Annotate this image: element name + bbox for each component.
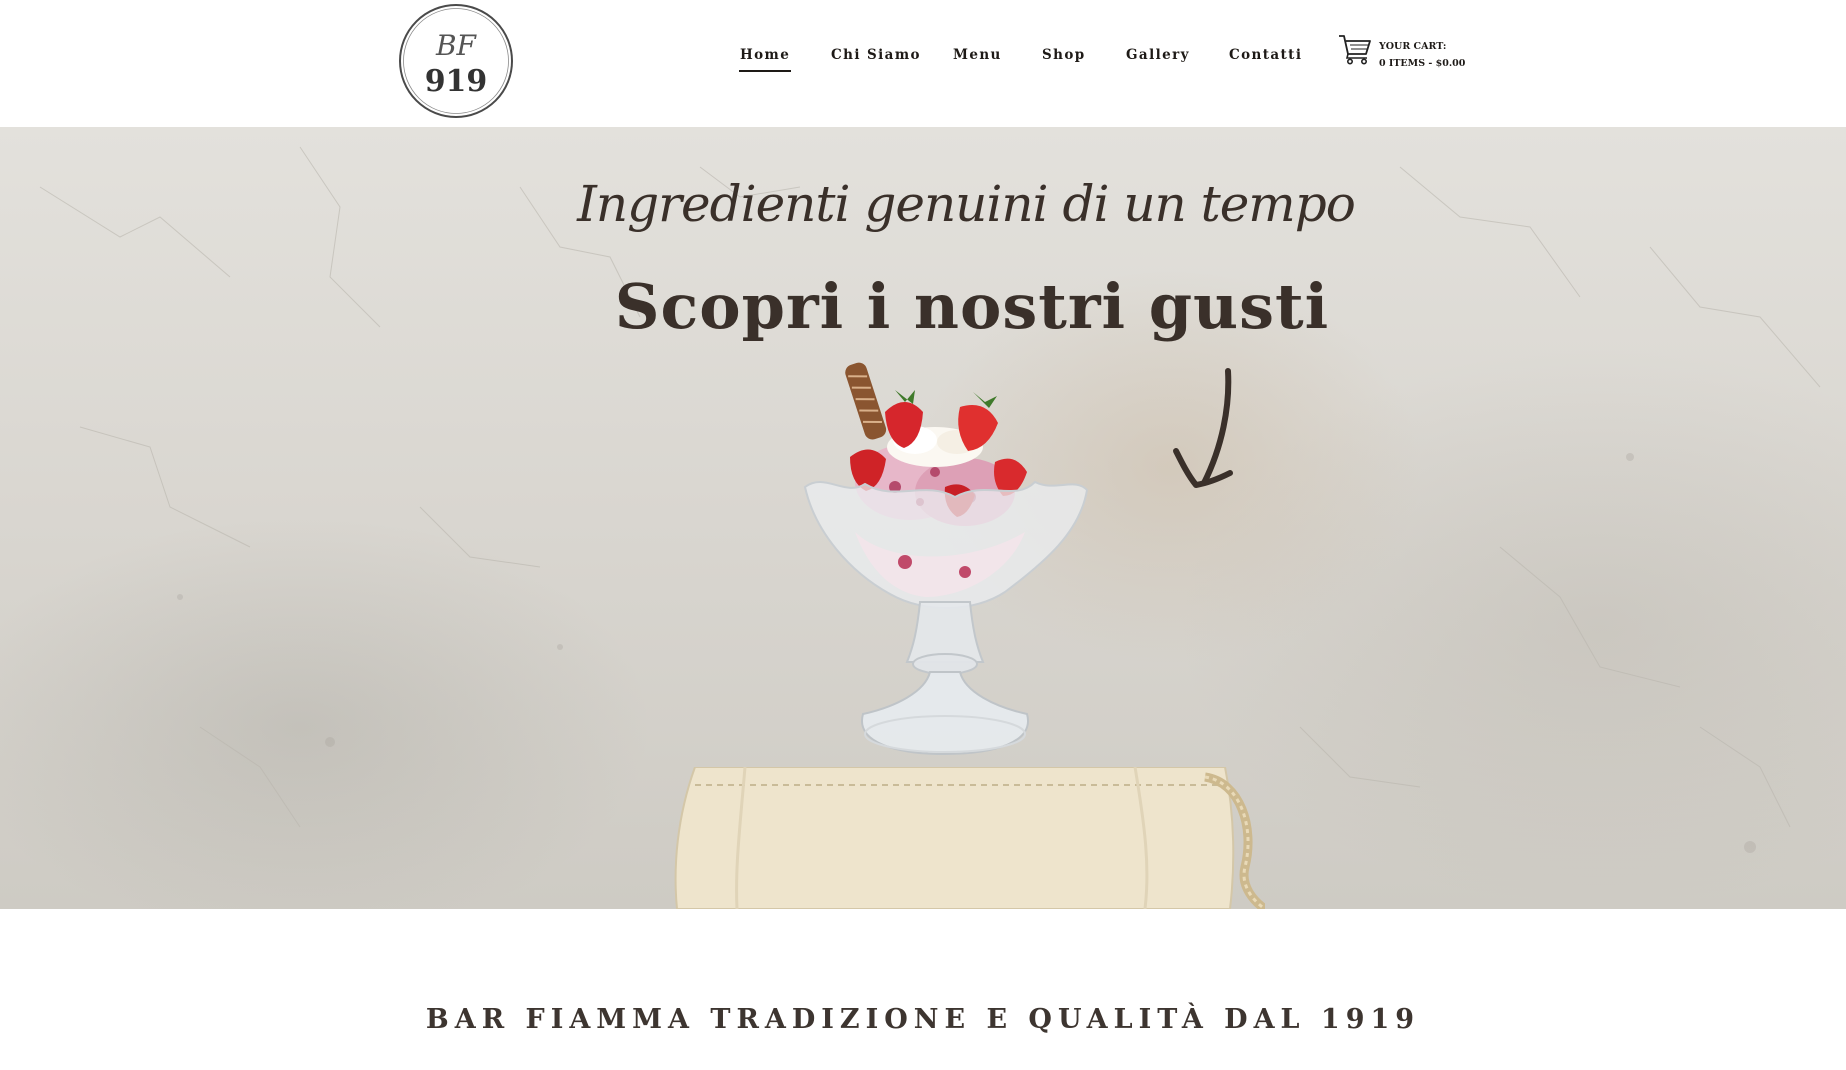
- cart-widget[interactable]: YOUR CART: 0 ITEMS - $0.00: [1338, 33, 1465, 73]
- cart-icon: [1339, 35, 1371, 65]
- logo-monogram: BF: [435, 29, 478, 62]
- nav-gallery[interactable]: Gallery: [1126, 47, 1190, 63]
- nav-contatti[interactable]: Contatti: [1229, 47, 1302, 63]
- nav-chi-siamo[interactable]: Chi Siamo: [831, 47, 921, 63]
- hand-drawn-arrow-icon: [1173, 368, 1233, 488]
- cart-title: YOUR CART:: [1379, 41, 1447, 52]
- logo[interactable]: BF 919: [398, 3, 514, 119]
- nav-home[interactable]: Home: [738, 47, 792, 72]
- nav-menu[interactable]: Menu: [953, 47, 1002, 63]
- nav-shop[interactable]: Shop: [1042, 47, 1086, 63]
- cart-summary: 0 ITEMS - $0.00: [1379, 58, 1466, 69]
- hero-tagline: Ingredienti genuini di un tempo: [577, 175, 1356, 233]
- hero-title: Scopri i nostri gusti: [614, 270, 1330, 343]
- hero-banner: Ingredienti genuini di un tempo Scopri i…: [0, 127, 1846, 909]
- canvas-bag-image: [674, 767, 1265, 909]
- tradition-heading: BAR FIAMMA TRADIZIONE E QUALITÀ DAL 1919: [425, 1004, 1421, 1035]
- logo-year: 919: [425, 64, 488, 99]
- site-header: BF 919 Home Chi Siamo Menu Shop Gallery …: [0, 0, 1846, 127]
